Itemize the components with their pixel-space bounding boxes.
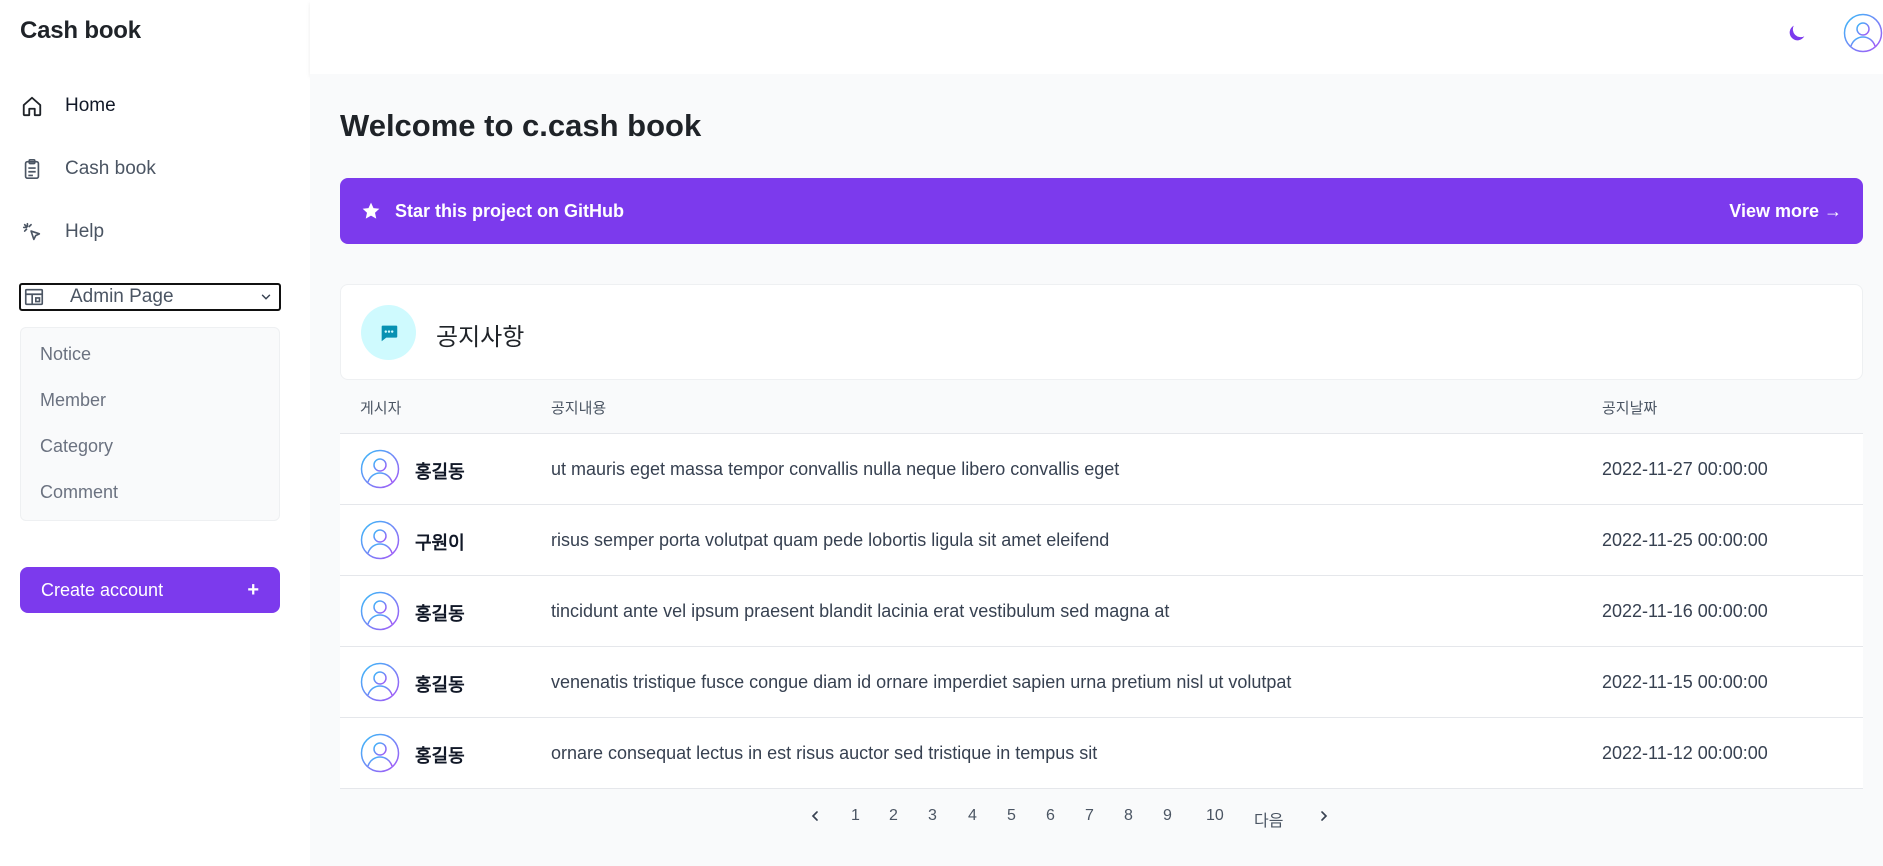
page-link-7[interactable]: 7 <box>1085 807 1094 825</box>
row-content: risus semper porta volutpat quam pede lo… <box>551 530 1110 550</box>
table-header: 게시자 공지내용 공지날짜 <box>340 380 1863 434</box>
banner-text: Star this project on GitHub <box>395 200 625 221</box>
cursor-click-icon <box>20 220 44 244</box>
user-avatar-icon[interactable] <box>1843 13 1883 53</box>
sidebar-item-cash-book[interactable]: Cash book <box>20 149 280 189</box>
row-date: 2022-11-15 00:00:00 <box>1602 672 1768 692</box>
avatar-icon <box>360 733 400 773</box>
row-content: tincidunt ante vel ipsum praesent blandi… <box>551 601 1170 621</box>
pagination: 1 2 3 4 5 6 7 8 9 10 다음 <box>340 798 1863 838</box>
page-next-link[interactable]: 다음 <box>1254 807 1283 831</box>
admin-page-toggle[interactable]: Admin Page <box>19 283 281 311</box>
admin-page-label: Admin Page <box>70 286 174 307</box>
table-row[interactable]: 홍길동 tincidunt ante vel ipsum praesent bl… <box>340 576 1863 647</box>
avatar-icon <box>360 520 400 560</box>
row-date: 2022-11-25 00:00:00 <box>1602 530 1768 550</box>
submenu-item-comment[interactable]: Comment <box>40 482 118 503</box>
page-link-9[interactable]: 9 <box>1163 807 1172 825</box>
row-date: 2022-11-16 00:00:00 <box>1602 601 1768 621</box>
github-star-banner[interactable]: Star this project on GitHub View more → <box>340 178 1863 244</box>
chat-bubble-icon <box>381 325 397 341</box>
page-link-2[interactable]: 2 <box>889 807 898 825</box>
row-date: 2022-11-27 00:00:00 <box>1602 459 1768 479</box>
avatar-icon <box>360 591 400 631</box>
sidebar-item-label: Home <box>65 95 116 116</box>
plus-icon: + <box>247 578 259 601</box>
chevron-down-icon <box>257 288 275 306</box>
row-author: 홍길동 <box>415 746 465 766</box>
col-header-date: 공지날짜 <box>1602 400 1658 417</box>
avatar-icon <box>360 449 400 489</box>
star-icon <box>362 202 380 219</box>
row-author: 홍길동 <box>415 675 465 695</box>
notice-table: 게시자 공지내용 공지날짜 홍길동 ut mauris eget massa t… <box>340 380 1863 789</box>
admin-submenu: Notice Member Category Comment <box>20 327 280 521</box>
layout-icon <box>22 285 46 309</box>
row-author: 구원이 <box>415 533 465 553</box>
sidebar: Cash book Home Cash book Help Admin Page… <box>0 0 310 866</box>
app-brand[interactable]: Cash book <box>20 17 141 45</box>
chevron-right-icon[interactable] <box>1316 808 1332 824</box>
submenu-item-member[interactable]: Member <box>40 390 106 411</box>
row-content: venenatis tristique fusce congue diam id… <box>551 672 1292 692</box>
table-row[interactable]: 홍길동 venenatis tristique fusce congue dia… <box>340 647 1863 718</box>
page-link-6[interactable]: 6 <box>1046 807 1055 825</box>
row-author: 홍길동 <box>415 604 465 624</box>
table-row[interactable]: 홍길동 ornare consequat lectus in est risus… <box>340 718 1863 789</box>
main-content: Welcome to c.cash book Star this project… <box>310 74 1883 866</box>
submenu-item-category[interactable]: Category <box>40 436 113 457</box>
clipboard-icon <box>20 157 44 181</box>
page-link-4[interactable]: 4 <box>968 807 977 825</box>
page-link-5[interactable]: 5 <box>1007 807 1016 825</box>
create-account-button[interactable]: Create account + <box>20 567 280 613</box>
page-link-8[interactable]: 8 <box>1124 807 1133 825</box>
table-row[interactable]: 구원이 risus semper porta volutpat quam ped… <box>340 505 1863 576</box>
notice-card-header: 공지사항 <box>340 284 1863 380</box>
home-icon <box>20 94 44 118</box>
row-author: 홍길동 <box>415 462 465 482</box>
submenu-item-notice[interactable]: Notice <box>40 344 91 365</box>
page-title: Welcome to c.cash book <box>340 108 702 143</box>
sidebar-item-label: Help <box>65 221 105 242</box>
create-account-label: Create account <box>41 579 164 600</box>
page-link-10[interactable]: 10 <box>1206 807 1224 825</box>
top-header <box>310 0 1883 74</box>
page-link-3[interactable]: 3 <box>928 807 937 825</box>
chevron-left-icon[interactable] <box>807 808 823 824</box>
sidebar-item-help[interactable]: Help <box>20 212 280 252</box>
notice-title: 공지사항 <box>436 324 525 351</box>
avatar-icon <box>360 662 400 702</box>
col-header-content: 공지내용 <box>551 400 607 417</box>
row-content: ut mauris eget massa tempor convallis nu… <box>551 459 1120 479</box>
row-date: 2022-11-12 00:00:00 <box>1602 743 1768 763</box>
notice-badge <box>361 305 416 360</box>
moon-icon[interactable] <box>1786 22 1808 44</box>
sidebar-item-home[interactable]: Home <box>20 86 280 126</box>
row-content: ornare consequat lectus in est risus auc… <box>551 743 1098 763</box>
table-row[interactable]: 홍길동 ut mauris eget massa tempor convalli… <box>340 434 1863 505</box>
view-more-link[interactable]: View more → <box>1729 201 1842 222</box>
page-link-1[interactable]: 1 <box>851 807 860 825</box>
col-header-author: 게시자 <box>360 400 402 417</box>
sidebar-item-label: Cash book <box>65 158 156 179</box>
